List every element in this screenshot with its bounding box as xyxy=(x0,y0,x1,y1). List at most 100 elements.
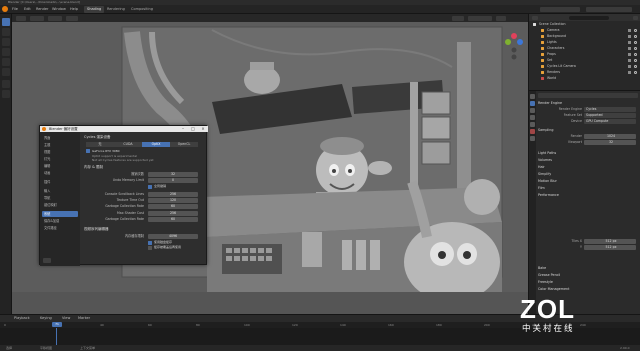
properties-search-input[interactable] xyxy=(538,93,638,98)
move-icon[interactable] xyxy=(2,38,10,46)
outliner-row[interactable]: Background xyxy=(529,34,640,39)
bake-section[interactable]: Bake xyxy=(538,266,638,271)
color-management-section[interactable]: Color Management xyxy=(538,287,638,292)
eye-icon[interactable] xyxy=(634,70,637,74)
undo-steps-field[interactable]: 32 xyxy=(148,172,198,177)
cache-limit-field[interactable]: 4096 xyxy=(148,234,198,239)
annotate-icon[interactable] xyxy=(2,80,10,88)
overlay-icon[interactable] xyxy=(452,15,464,21)
navigation-gizmo[interactable] xyxy=(504,28,524,62)
render-toggle-icon[interactable] xyxy=(628,41,631,44)
motion-blur-section[interactable]: Motion Blur xyxy=(538,179,638,184)
view-layer-tab-icon[interactable] xyxy=(530,115,535,120)
sidebar-item-file-paths[interactable]: 文件路径 xyxy=(42,225,78,231)
shading-mode-buttons[interactable] xyxy=(468,15,492,21)
device-tab-none[interactable]: 无 xyxy=(86,142,114,147)
sidebar-item-addons[interactable]: 插件 xyxy=(42,179,78,185)
gc-rate-2-field[interactable]: 60 xyxy=(148,217,198,222)
eye-icon[interactable] xyxy=(634,58,637,62)
render-engine-dropdown[interactable]: Cycles xyxy=(584,107,636,112)
eye-icon[interactable] xyxy=(634,28,637,32)
texture-timeout-field[interactable]: 120 xyxy=(148,198,198,203)
sidebar-item-themes[interactable]: 主题 xyxy=(42,142,78,148)
device-tab-opencl[interactable]: OpenCL xyxy=(170,142,198,147)
scene-tab-icon[interactable] xyxy=(530,122,535,127)
menu-file[interactable]: File xyxy=(12,6,18,13)
outliner-row[interactable]: Set xyxy=(529,58,640,63)
render-engine-section[interactable]: Render Engine xyxy=(538,101,638,106)
select-menu[interactable] xyxy=(48,15,62,21)
render-tab-icon[interactable] xyxy=(530,101,535,106)
undo-memory-field[interactable]: 0 xyxy=(148,178,198,183)
view-layer-selector[interactable] xyxy=(586,6,632,12)
outliner-editor-icon[interactable] xyxy=(532,15,538,20)
render-toggle-icon[interactable] xyxy=(628,65,631,68)
filter-icon[interactable] xyxy=(633,15,638,20)
output-tab-icon[interactable] xyxy=(530,108,535,113)
measure-icon[interactable] xyxy=(2,90,10,98)
light-paths-section[interactable]: Light Paths xyxy=(538,151,638,156)
volumes-section[interactable]: Volumes xyxy=(538,158,638,163)
eye-icon[interactable] xyxy=(634,40,637,44)
add-menu[interactable] xyxy=(66,15,78,21)
view-menu-timeline[interactable]: View xyxy=(62,315,70,322)
outliner-row[interactable]: Scene Collection xyxy=(529,22,640,27)
sidebar-item-interface[interactable]: 界面 xyxy=(42,135,78,141)
xray-icon[interactable] xyxy=(496,15,506,21)
outliner-row[interactable]: Characters xyxy=(529,46,640,51)
transform-icon[interactable] xyxy=(2,68,10,76)
device-tab-cuda[interactable]: CUDA xyxy=(114,142,142,147)
menu-render[interactable]: Render xyxy=(36,6,48,13)
sidebar-item-keymap[interactable]: 键位映射 xyxy=(42,202,78,208)
scene-selector[interactable] xyxy=(540,6,580,12)
hair-section[interactable]: Hair xyxy=(538,165,638,170)
cycles-section-header[interactable]: Cycles 渲染设备 xyxy=(84,135,111,140)
eye-icon[interactable] xyxy=(634,34,637,38)
outliner-row[interactable]: Props xyxy=(529,52,640,57)
sidebar-item-navigation[interactable]: 导航 xyxy=(42,195,78,201)
render-toggle-icon[interactable] xyxy=(628,29,631,32)
tool-tab-icon[interactable] xyxy=(530,94,535,99)
menu-help[interactable]: Help xyxy=(70,6,78,13)
global-undo-checkbox[interactable] xyxy=(148,184,152,189)
keying-menu[interactable]: Keying xyxy=(40,315,52,322)
device-dropdown[interactable]: GPU Compute xyxy=(584,119,636,124)
render-toggle-icon[interactable] xyxy=(628,71,631,74)
performance-section[interactable]: Performance xyxy=(538,193,638,198)
blender-logo-icon[interactable] xyxy=(2,5,8,12)
outliner-row[interactable]: Cycles Lit Camera xyxy=(529,64,640,69)
editor-type-icon[interactable] xyxy=(16,15,26,21)
menu-edit[interactable]: Edit xyxy=(24,6,31,13)
sidebar-item-input[interactable]: 输入 xyxy=(42,188,78,194)
outliner-search-input[interactable] xyxy=(569,15,609,20)
render-toggle-icon[interactable] xyxy=(628,53,631,56)
viewport-samples-field[interactable]: 32 xyxy=(584,140,636,145)
gc-rate-field[interactable]: 60 xyxy=(148,204,198,209)
tab-shading[interactable]: Shading xyxy=(84,6,105,13)
gpu-checkbox[interactable] xyxy=(86,149,90,153)
sampling-section[interactable]: Sampling xyxy=(538,128,638,133)
marker-menu[interactable]: Marker xyxy=(78,315,90,322)
max-shader-field[interactable]: 256 xyxy=(148,211,198,216)
view-menu[interactable] xyxy=(30,15,44,21)
memory-section-header[interactable]: 内存 & 限制 xyxy=(84,165,103,170)
sidebar-item-animation[interactable]: 动画 xyxy=(42,170,78,176)
sidebar-item-viewport[interactable]: 视图 xyxy=(42,149,78,155)
sidebar-item-save-load[interactable]: 保存&加载 xyxy=(42,218,78,224)
sidebar-item-system[interactable]: 系统 xyxy=(42,211,78,217)
disk-cache-checkbox[interactable] xyxy=(148,240,152,245)
cache-overwrite-checkbox[interactable] xyxy=(148,245,152,250)
outliner-row[interactable]: Renders xyxy=(529,70,640,75)
outliner-row[interactable]: Lights xyxy=(529,40,640,45)
object-tab-icon[interactable] xyxy=(530,136,535,141)
hamburger-menu-icon[interactable] xyxy=(43,258,51,263)
sidebar-item-lights[interactable]: 灯光 xyxy=(42,156,78,162)
device-tab-optix[interactable]: OptiX xyxy=(142,142,170,147)
playback-menu[interactable]: Playback xyxy=(14,315,30,322)
cursor-icon[interactable] xyxy=(2,28,10,36)
eye-icon[interactable] xyxy=(634,52,637,56)
eye-icon[interactable] xyxy=(634,46,637,50)
console-scrollback-field[interactable]: 256 xyxy=(148,192,198,197)
scale-icon[interactable] xyxy=(2,58,10,66)
rotate-icon[interactable] xyxy=(2,48,10,56)
